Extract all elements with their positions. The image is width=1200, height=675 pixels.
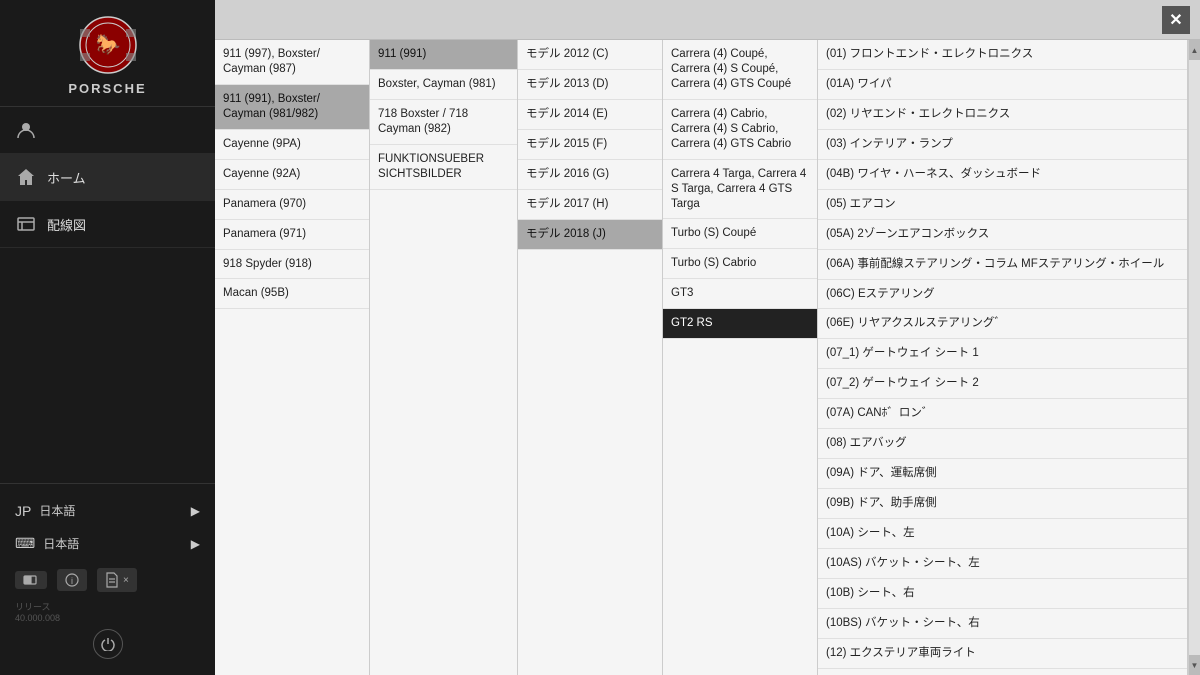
wiring-icon (15, 213, 37, 235)
list-item[interactable]: Carrera (4) Cabrio, Carrera (4) S Cabrio… (663, 100, 817, 160)
list-item[interactable]: Turbo (S) Coupé (663, 219, 817, 249)
list-item[interactable]: (10BS) バケット・シート、右 (818, 609, 1187, 639)
list-item[interactable]: 718 Boxster / 718 Cayman (982) (370, 100, 517, 145)
sidebar-item-home-label: ホーム (47, 168, 86, 187)
sidebar-item-user[interactable] (0, 107, 215, 154)
list-item[interactable]: (01A) ワイパ (818, 70, 1187, 100)
list-item[interactable]: (08) エアバッグ (818, 429, 1187, 459)
home-icon (15, 166, 37, 188)
language-selector-2[interactable]: ⌨ 日本語 ▶ (15, 527, 200, 560)
list-item[interactable]: モデル 2013 (D) (518, 70, 662, 100)
columns-container: 911 (997), Boxster/ Cayman (987)911 (991… (215, 40, 1200, 675)
scroll-down-arrow[interactable]: ▼ (1189, 655, 1200, 675)
chevron-right-icon-2: ▶ (191, 537, 200, 551)
list-item[interactable]: (05) エアコン (818, 190, 1187, 220)
list-item[interactable]: (10B) シート、右 (818, 579, 1187, 609)
version-number: 40.000.008 (15, 613, 60, 623)
power-button[interactable] (93, 629, 123, 659)
list-item[interactable]: (09A) ドア、運転席側 (818, 459, 1187, 489)
list-item[interactable]: (06E) リヤアクスルステアリング゛ (818, 309, 1187, 339)
power-row (15, 623, 200, 665)
close-icon-small: × (123, 575, 129, 586)
list-item[interactable]: (07_2) ゲートウェイ シート 2 (818, 369, 1187, 399)
list-item[interactable]: Carrera (4) Coupé, Carrera (4) S Coupé, … (663, 40, 817, 100)
list-item[interactable]: Boxster, Cayman (981) (370, 70, 517, 100)
list-item[interactable]: (10A) シート、左 (818, 519, 1187, 549)
list-item[interactable]: Panamera (971) (215, 220, 369, 250)
col-vehicle-series: 911 (997), Boxster/ Cayman (987)911 (991… (215, 40, 370, 675)
list-item[interactable]: (01) フロントエンド・エレクトロニクス (818, 40, 1187, 70)
list-item[interactable]: 911 (991) (370, 40, 517, 70)
logo-area: 🐎 PORSCHE (0, 0, 215, 107)
main-content: ✕ 911 (997), Boxster/ Cayman (987)911 (9… (215, 0, 1200, 675)
footer-toolbar: i × (15, 560, 200, 596)
sidebar-item-wiring[interactable]: 配線図 (0, 201, 215, 248)
list-item[interactable]: Turbo (S) Cabrio (663, 249, 817, 279)
list-item[interactable]: モデル 2015 (F) (518, 130, 662, 160)
sidebar: 🐎 PORSCHE ホーム 配線図 J (0, 0, 215, 675)
close-button[interactable]: ✕ (1162, 6, 1190, 34)
col-model: 911 (991)Boxster, Cayman (981)718 Boxste… (370, 40, 518, 675)
list-item[interactable]: (06A) 事前配線ステアリング・コラム MFステアリング・ホイール (818, 250, 1187, 280)
list-item[interactable]: モデル 2018 (J) (518, 220, 662, 250)
language2-icon: ⌨ (15, 535, 35, 552)
svg-text:🐎: 🐎 (95, 33, 120, 56)
sd-card-button[interactable]: × (97, 568, 137, 592)
scrollbar-right[interactable]: ▲ ▼ (1188, 40, 1200, 675)
col-body-type: Carrera (4) Coupé, Carrera (4) S Coupé, … (663, 40, 818, 675)
scroll-up-arrow[interactable]: ▲ (1189, 40, 1200, 60)
svg-text:i: i (71, 576, 73, 586)
version-info: リリース 40.000.008 (15, 600, 200, 623)
col-year: モデル 2012 (C)モデル 2013 (D)モデル 2014 (E)モデル … (518, 40, 663, 675)
list-item[interactable]: 918 Spyder (918) (215, 250, 369, 280)
list-item[interactable]: Macan (95B) (215, 279, 369, 309)
sidebar-footer: JP 日本語 ▶ ⌨ 日本語 ▶ i × リリース 40.000.008 (0, 483, 215, 675)
list-item[interactable]: Panamera (970) (215, 190, 369, 220)
version-label: リリース (15, 602, 51, 612)
list-item[interactable]: (09B) ドア、助手席側 (818, 489, 1187, 519)
list-item[interactable]: (04B) ワイヤ・ハーネス、ダッシュボード (818, 160, 1187, 190)
list-item[interactable]: (10AS) バケット・シート、左 (818, 549, 1187, 579)
sidebar-item-wiring-label: 配線図 (47, 215, 86, 234)
language1-label: 日本語 (39, 502, 75, 519)
language2-label: 日本語 (43, 535, 79, 552)
list-item[interactable]: (12) エクステリア車両ライト (818, 639, 1187, 669)
list-item[interactable]: Cayenne (92A) (215, 160, 369, 190)
language1-icon: JP (15, 503, 31, 519)
list-item[interactable]: (06C) Eステアリング (818, 280, 1187, 310)
porsche-brand-text: PORSCHE (68, 81, 146, 96)
list-item[interactable]: FUNKTIONSUEBER SICHTSBILDER (370, 145, 517, 190)
header-bar: ✕ (215, 0, 1200, 40)
list-item[interactable]: (02) リヤエンド・エレクトロニクス (818, 100, 1187, 130)
col-systems: (01) フロントエンド・エレクトロニクス(01A) ワイパ(02) リヤエンド… (818, 40, 1188, 675)
list-item[interactable]: モデル 2016 (G) (518, 160, 662, 190)
list-item[interactable]: 911 (991), Boxster/ Cayman (981/982) (215, 85, 369, 130)
language-selector-1[interactable]: JP 日本語 ▶ (15, 494, 200, 527)
list-item[interactable]: (03) インテリア・ランプ (818, 130, 1187, 160)
list-item[interactable]: (14) リフト機能 フロント・アクスル (818, 669, 1187, 675)
list-item[interactable]: (07A) CANﾎ゛ロン゛ (818, 399, 1187, 429)
chevron-right-icon-1: ▶ (191, 504, 200, 518)
user-icon (15, 119, 37, 141)
list-item[interactable]: GT3 (663, 279, 817, 309)
battery-button[interactable] (15, 571, 47, 589)
list-item[interactable]: モデル 2017 (H) (518, 190, 662, 220)
list-item[interactable]: モデル 2014 (E) (518, 100, 662, 130)
list-item[interactable]: Cayenne (9PA) (215, 130, 369, 160)
sidebar-navigation: ホーム 配線図 (0, 107, 215, 483)
list-item[interactable]: Carrera 4 Targa, Carrera 4 S Targa, Carr… (663, 160, 817, 220)
info-button[interactable]: i (57, 569, 87, 591)
list-item[interactable]: (05A) 2ゾーンエアコンボックス (818, 220, 1187, 250)
list-item[interactable]: モデル 2012 (C) (518, 40, 662, 70)
porsche-logo: 🐎 (78, 15, 138, 75)
list-item[interactable]: 911 (997), Boxster/ Cayman (987) (215, 40, 369, 85)
list-item[interactable]: GT2 RS (663, 309, 817, 339)
sidebar-item-home[interactable]: ホーム (0, 154, 215, 201)
list-item[interactable]: (07_1) ゲートウェイ シート 1 (818, 339, 1187, 369)
